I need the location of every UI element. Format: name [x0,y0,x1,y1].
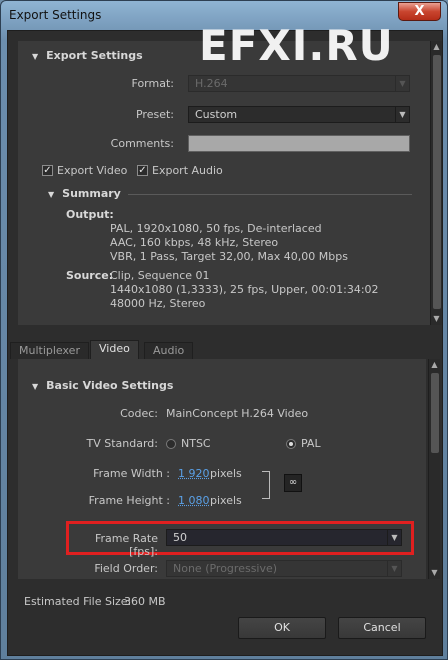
summary-divider [128,194,412,195]
frame-height-unit: pixels [210,494,242,507]
scroll-up-icon[interactable]: ▲ [431,41,442,53]
dialog-body: ▼ Export Settings Format: H.264 ▼ Preset:… [7,30,443,656]
frame-rate-dropdown[interactable]: 50 ▼ [166,529,402,546]
frame-width-label: Frame Width : [93,467,170,480]
comments-label: Comments: [110,137,174,150]
expand-triangle-icon: ▼ [48,190,55,199]
format-dropdown: H.264 ▼ [188,75,410,92]
scroll-down-icon[interactable]: ▼ [429,567,440,579]
aspect-link-bracket [262,471,270,499]
upper-scrollbar[interactable]: ▲ ▼ [430,41,442,325]
source-line-1: Clip, Sequence 01 [110,269,210,282]
cancel-button[interactable]: Cancel [338,617,426,639]
summary-heading[interactable]: ▼ Summary [48,187,121,200]
window-title: Export Settings [9,8,102,22]
source-line-3: 48000 Hz, Stereo [110,297,206,310]
expand-triangle-icon: ▼ [32,52,39,61]
chain-link-icon[interactable]: ∞ [284,474,302,492]
output-label: Output: [66,208,114,221]
preset-label: Preset: [135,108,174,121]
codec-label: Codec: [120,407,158,420]
ntsc-radio[interactable] [166,439,176,449]
codec-value: MainConcept H.264 Video [166,407,309,420]
dropdown-arrow-icon: ▼ [395,76,409,91]
settings-tabs: Multiplexer Video Audio [8,339,442,359]
export-video-label: Export Video [57,164,128,177]
basic-video-heading[interactable]: ▼ Basic Video Settings [32,379,173,392]
tab-audio[interactable]: Audio [144,342,194,359]
dropdown-arrow-icon: ▼ [395,107,409,122]
tv-standard-label: TV Standard: [86,437,159,450]
dropdown-arrow-icon: ▼ [387,561,401,576]
scroll-thumb[interactable] [433,55,441,309]
frame-rate-label: Frame Rate [fps]: [95,532,158,558]
field-order-dropdown: None (Progressive) ▼ [166,560,402,577]
expand-triangle-icon: ▼ [32,382,39,391]
basic-video-panel: ▼ Basic Video Settings Codec: MainConcept… [18,359,426,579]
tab-video[interactable]: Video [90,340,139,359]
preset-dropdown[interactable]: Custom ▼ [188,106,410,123]
lower-scrollbar[interactable]: ▲ ▼ [428,359,440,579]
file-size-value: 360 MB [124,595,166,608]
scroll-down-icon[interactable]: ▼ [431,313,442,325]
source-label: Source: [66,269,114,282]
scroll-thumb[interactable] [431,373,439,453]
export-settings-window: Export Settings X ▼ Export Settings Forma… [0,0,448,660]
watermark: EFXI.RU [199,21,394,70]
export-audio-label: Export Audio [152,164,223,177]
file-size-label: Estimated File Size: [24,595,132,608]
comments-input[interactable] [188,135,410,152]
export-audio-checkbox[interactable]: ✓ [137,165,148,176]
output-line-2: AAC, 160 kbps, 48 kHz, Stereo [110,236,279,249]
format-label: Format: [131,77,174,90]
output-line-1: PAL, 1920x1080, 50 fps, De-interlaced [110,222,322,235]
dropdown-arrow-icon: ▼ [387,530,401,545]
pal-radio[interactable] [286,439,296,449]
tab-multiplexer[interactable]: Multiplexer [10,342,89,359]
frame-width-unit: pixels [210,467,242,480]
source-line-2: 1440x1080 (1,3333), 25 fps, Upper, 00:01… [110,283,379,296]
frame-height-label: Frame Height : [88,494,170,507]
ok-button[interactable]: OK [238,617,326,639]
close-button[interactable]: X [398,2,441,21]
ntsc-label: NTSC [181,437,211,450]
scroll-up-icon[interactable]: ▲ [429,359,440,371]
export-video-checkbox[interactable]: ✓ [42,165,53,176]
field-order-label: Field Order: [94,562,158,575]
pal-label: PAL [301,437,321,450]
frame-height-value[interactable]: 1 080 [178,494,210,507]
export-settings-panel: ▼ Export Settings Format: H.264 ▼ Preset:… [18,41,430,325]
export-settings-heading[interactable]: ▼ Export Settings [32,49,143,62]
output-line-3: VBR, 1 Pass, Target 32,00, Max 40,00 Mbp… [110,250,348,263]
frame-width-value[interactable]: 1 920 [178,467,210,480]
